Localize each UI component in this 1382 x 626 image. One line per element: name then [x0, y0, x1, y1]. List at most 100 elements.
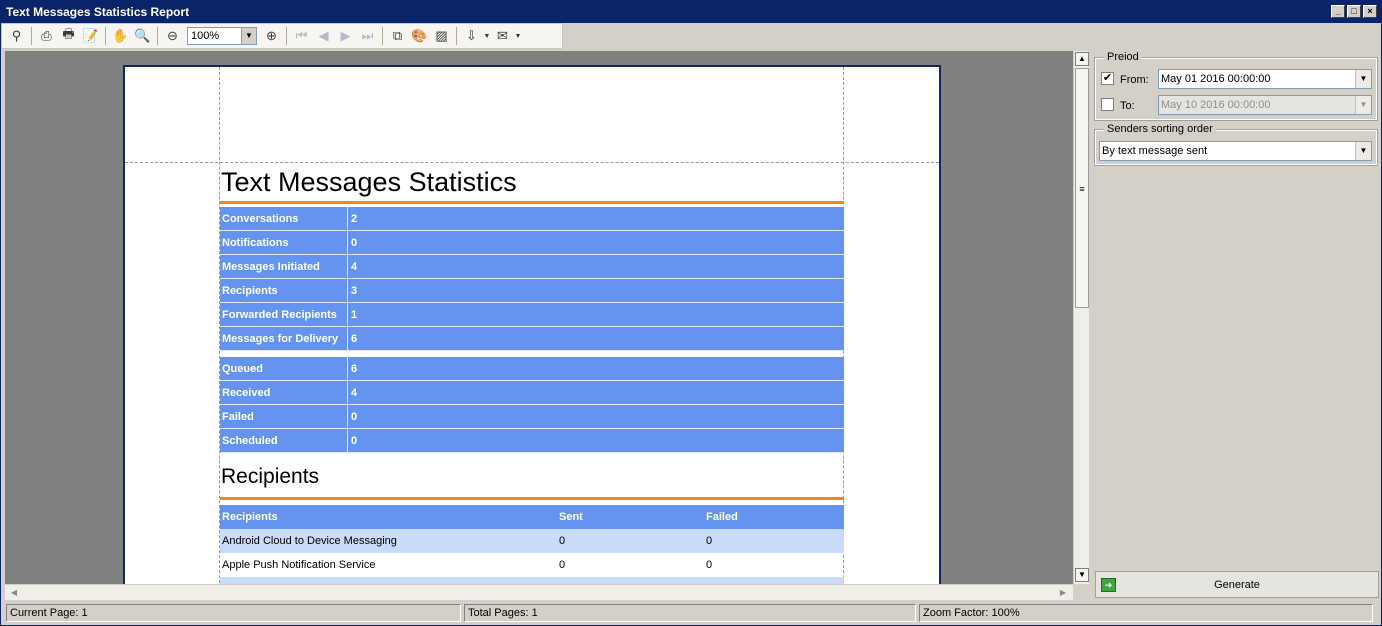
stat-label: Recipients: [220, 279, 348, 302]
toolbar: ⚲ ⎙ 🖶 📝 ✋ 🔍 ⊖ 100% ▼ ⊕ ⏮ ◀ ▶ ⏭ ⧉ 🎨 ▨ ⇩ ▼…: [1, 23, 563, 49]
stat-label: Received: [220, 381, 348, 404]
from-date-value: May 01 2016 00:00:00: [1161, 73, 1271, 85]
current-page-status: Current Page: 1: [6, 604, 461, 622]
page-setup-icon[interactable]: 📝: [80, 26, 101, 46]
generate-arrow-icon: ➜: [1101, 578, 1116, 592]
report-page: Text Messages Statistics Conversations 2 N…: [123, 65, 941, 584]
toolbar-separator: [31, 27, 32, 45]
toolbar-separator: [157, 27, 158, 45]
stat-row: Queued 6: [220, 357, 844, 381]
stat-label: Failed: [220, 405, 348, 428]
window-title: Text Messages Statistics Report: [6, 5, 190, 19]
scroll-thumb[interactable]: ≡: [1075, 68, 1089, 308]
email-icon[interactable]: ✉: [492, 26, 513, 46]
status-bar: Current Page: 1 Total Pages: 1 Zoom Fact…: [1, 601, 1381, 625]
multiple-pages-icon[interactable]: ⧉: [387, 26, 408, 46]
stat-row: Scheduled 0: [220, 429, 844, 453]
stat-row: Received 4: [220, 381, 844, 405]
zoom-in-icon[interactable]: ⊕: [261, 26, 282, 46]
sorting-group: Senders sorting order By text message se…: [1094, 123, 1378, 166]
previous-page-icon[interactable]: ◀: [313, 26, 334, 46]
to-date-value: May 10 2016 00:00:00: [1161, 99, 1271, 111]
to-checkbox[interactable]: [1101, 98, 1114, 111]
stat-row: Conversations 2: [220, 207, 844, 231]
table-cell: Android Cloud to Device Messaging: [222, 535, 397, 547]
close-button[interactable]: ×: [1363, 5, 1377, 18]
generate-label: Generate: [1214, 578, 1260, 591]
table-cell: 0: [706, 559, 713, 571]
stat-value: 0: [351, 434, 358, 447]
hand-tool-icon[interactable]: ✋: [110, 26, 131, 46]
table-cell: Apple Push Notification Service: [222, 559, 376, 571]
stats-table-status: Queued 6 Received 4 Failed 0 Scheduled 0: [220, 357, 844, 453]
table-cell: 0: [559, 535, 566, 547]
stat-row: Notifications 0: [220, 231, 844, 255]
period-group: Preiod ✔ From: May 01 2016 00:00:00 ▼ To…: [1094, 51, 1378, 121]
print-icon[interactable]: 🖶: [58, 26, 79, 46]
column-header: Recipients: [222, 511, 278, 523]
zoom-out-icon[interactable]: ⊖: [162, 26, 183, 46]
zoom-combo[interactable]: 100% ▼: [187, 27, 257, 45]
recipients-underline: [220, 497, 844, 500]
stat-label: Conversations: [220, 207, 348, 230]
toolbar-separator: [286, 27, 287, 45]
export-icon[interactable]: ⇩: [461, 26, 482, 46]
from-checkbox[interactable]: ✔: [1101, 72, 1114, 85]
email-dropdown-icon[interactable]: ▼: [514, 26, 522, 46]
stat-value: 0: [351, 410, 358, 423]
chevron-down-icon[interactable]: ▼: [1355, 142, 1371, 160]
scroll-down-icon[interactable]: ▼: [1075, 568, 1089, 582]
sorting-order-value: By text message sent: [1102, 145, 1208, 157]
stat-value: 1: [351, 308, 358, 321]
toolbar-separator: [382, 27, 383, 45]
report-viewer[interactable]: Text Messages Statistics Conversations 2 N…: [5, 51, 1073, 584]
first-page-icon[interactable]: ⏮: [291, 26, 312, 46]
stat-row: Failed 0: [220, 405, 844, 429]
next-page-icon[interactable]: ▶: [335, 26, 356, 46]
scroll-right-icon[interactable]: ▶: [1056, 586, 1070, 600]
horizontal-scrollbar[interactable]: ◀ ▶: [5, 584, 1073, 600]
toolbar-separator: [456, 27, 457, 45]
recipients-heading: Recipients: [221, 465, 320, 488]
stat-label: Messages for Delivery: [220, 327, 348, 350]
to-date-picker[interactable]: May 10 2016 00:00:00 ▼: [1158, 95, 1372, 115]
from-date-picker[interactable]: May 01 2016 00:00:00 ▼: [1158, 69, 1372, 89]
chevron-down-icon[interactable]: ▼: [1355, 70, 1371, 88]
chevron-down-icon[interactable]: ▼: [1355, 96, 1371, 114]
stat-label: Forwarded Recipients: [220, 303, 348, 326]
parameters-panel: Preiod ✔ From: May 01 2016 00:00:00 ▼ To…: [1092, 51, 1379, 599]
chevron-down-icon[interactable]: ▼: [241, 28, 256, 44]
export-dropdown-icon[interactable]: ▼: [483, 26, 491, 46]
maximize-button[interactable]: □: [1347, 5, 1361, 18]
sorting-order-select[interactable]: By text message sent ▼: [1099, 141, 1372, 161]
table-cell: 0: [559, 559, 566, 571]
column-header: Failed: [706, 511, 738, 523]
background-color-icon[interactable]: 🎨: [409, 26, 430, 46]
column-header: Sent: [559, 511, 583, 523]
scroll-left-icon[interactable]: ◀: [7, 586, 21, 600]
zoom-factor-status: Zoom Factor: 100%: [919, 604, 1373, 622]
stat-value: 3: [351, 284, 358, 297]
stat-row: Recipients 3: [220, 279, 844, 303]
stat-value: 4: [351, 260, 358, 273]
table-cell: 0: [706, 535, 713, 547]
stat-label: Queued: [220, 357, 348, 380]
generate-button[interactable]: ➜ Generate: [1095, 571, 1379, 598]
report-window: Text Messages Statistics Report _ □ × ⚲ …: [0, 0, 1382, 626]
last-page-icon[interactable]: ⏭: [357, 26, 378, 46]
print-setup-icon[interactable]: ⎙: [36, 26, 57, 46]
magnifier-icon[interactable]: 🔍: [132, 26, 153, 46]
vertical-scrollbar[interactable]: ▲ ≡ ▼: [1073, 51, 1089, 584]
table-header: Recipients Sent Failed: [220, 505, 844, 529]
stat-label: Notifications: [220, 231, 348, 254]
scroll-up-icon[interactable]: ▲: [1075, 52, 1089, 66]
margin-guide: [125, 162, 939, 163]
table-row: Apple Push Notification Service 0 0: [220, 553, 844, 577]
from-label: From:: [1120, 74, 1149, 86]
zoom-value: 100%: [191, 30, 220, 42]
title-underline: [220, 201, 844, 204]
find-icon[interactable]: ⚲: [6, 26, 27, 46]
watermark-icon[interactable]: ▨: [431, 26, 452, 46]
period-group-label: Preiod: [1104, 51, 1142, 63]
minimize-button[interactable]: _: [1331, 5, 1345, 18]
